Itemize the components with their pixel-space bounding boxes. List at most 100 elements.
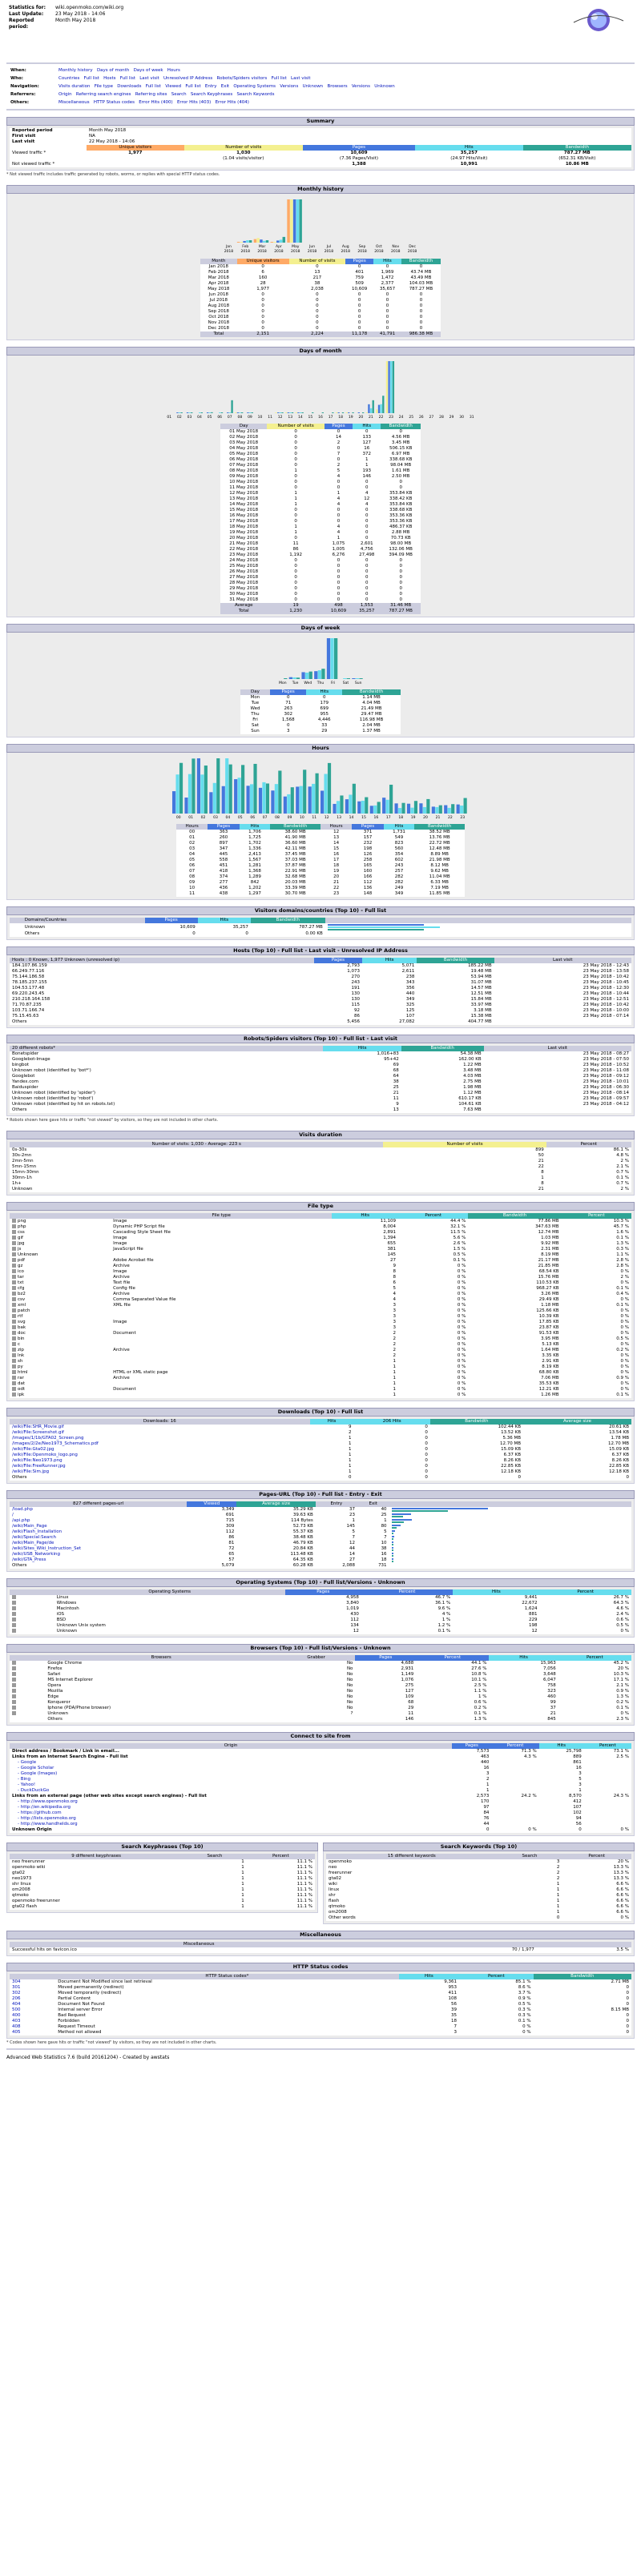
origin-link[interactable]: - DuckDuckGo <box>18 1788 49 1793</box>
status-code-link[interactable]: 301 <box>12 1985 21 1990</box>
origin-link[interactable]: - http://en.wikipedia.org <box>18 1805 71 1810</box>
nav-link[interactable]: Search <box>171 92 187 97</box>
awstats-logo-icon[interactable] <box>570 6 627 34</box>
download-link[interactable]: /images/2/2e/Neo1973_Schematics.pdf <box>12 1441 99 1446</box>
origin-link[interactable]: - http://lists.openmoko.org <box>18 1816 76 1821</box>
table-cell: Cascading Style Sheet file <box>113 1230 171 1235</box>
nav-link[interactable]: Unknown <box>374 84 395 89</box>
page-url-link[interactable]: /wiki/USB_Networking <box>12 1552 60 1557</box>
chart-tick-label: 11 <box>268 415 272 420</box>
column-header: Unique visitors <box>236 259 289 264</box>
download-link[interactable]: /wiki/File:Openmoko_logo.png <box>12 1453 78 1457</box>
table-row: 07 418 1,368 22.91 MB 19 160 257 9.62 MB <box>176 869 465 874</box>
download-link[interactable]: /wiki/File:Screenshot.gif <box>12 1430 64 1435</box>
status-code-link[interactable]: 408 <box>12 2024 21 2029</box>
nav-link[interactable]: Miscellaneous <box>58 100 90 105</box>
nav-link[interactable]: Search Keywords <box>237 92 275 97</box>
chart-tick-label: Dec <box>409 244 416 249</box>
download-link[interactable]: /wiki/File:Neo1973.png <box>12 1458 62 1463</box>
table-row: 403 Forbidden 18 0.1 % 0 <box>10 2019 631 2024</box>
origin-link[interactable]: - Google <box>18 1760 36 1765</box>
header-row: Statistics for: wiki.openmoko.com/wiki.or… <box>6 5 126 11</box>
chart-bar <box>422 806 426 814</box>
status-code-link[interactable]: 500 <box>12 2007 21 2012</box>
nav-link[interactable]: Days of month <box>97 68 129 73</box>
table-cell: 440 <box>480 1760 490 1765</box>
table-cell: 11.5 % <box>450 1230 466 1235</box>
nav-link[interactable]: Versions <box>352 84 370 89</box>
table-row: 08 May 2018 1 5 193 1.61 MB <box>220 468 421 474</box>
status-code-link[interactable]: 400 <box>12 2013 21 2018</box>
chart-tick-label: 28 <box>439 415 444 420</box>
download-link[interactable]: /wiki/File:SHR_Movie.gif <box>12 1425 64 1429</box>
nav-link[interactable]: Hosts <box>103 76 115 81</box>
nav-link[interactable]: Days of week <box>134 68 163 73</box>
nav-link[interactable]: Full list <box>272 76 287 81</box>
download-link[interactable]: /images/1/1b/GTA02_Screen.png <box>12 1436 84 1441</box>
nav-link[interactable]: Browsers <box>327 84 347 89</box>
nav-link[interactable]: Operating Systems <box>233 84 276 89</box>
nav-link[interactable]: Monthly history <box>58 68 93 73</box>
nav-link[interactable]: Downloads <box>117 84 141 89</box>
nav-link[interactable]: Full list <box>84 76 99 81</box>
nav-link[interactable]: Last visit <box>291 76 311 81</box>
nav-link[interactable]: Versions <box>280 84 298 89</box>
nav-link[interactable]: File type <box>95 84 113 89</box>
origin-link[interactable]: - Google Scholar <box>18 1766 54 1770</box>
file-type-icon <box>12 1297 16 1301</box>
page-url-link[interactable]: / <box>12 1513 14 1517</box>
download-link[interactable]: /wiki/File:Gta02.jpg <box>12 1447 54 1452</box>
page-url-link[interactable]: /load.php <box>12 1507 33 1512</box>
status-code-link[interactable]: 206 <box>12 1996 21 2001</box>
nav-link[interactable]: Unknown <box>303 84 324 89</box>
table-cell: 24.3 % <box>613 1794 629 1798</box>
origin-link[interactable]: - https://github.com <box>18 1810 62 1815</box>
table-cell: 1,297 <box>248 891 261 896</box>
nav-link[interactable]: Last visit <box>139 76 159 81</box>
nav-link[interactable]: Hours <box>167 68 180 73</box>
origin-link[interactable]: - http://www.handhelds.org <box>18 1822 78 1827</box>
download-link-cell: /wiki/File:Neo1973.png <box>10 1458 310 1464</box>
nav-link[interactable]: Error Hits (404) <box>216 100 249 105</box>
table-cell: Internal server Error <box>58 2007 103 2012</box>
nav-link[interactable]: Countries <box>58 76 79 81</box>
nav-link[interactable]: Viewed <box>165 84 181 89</box>
nav-link[interactable]: Search Keyphrases <box>191 92 232 97</box>
table-row: freerunner 2 13.3 % <box>326 1871 631 1876</box>
nav-link[interactable]: Referring search engines <box>76 92 131 97</box>
nav-link[interactable]: Full list <box>120 76 135 81</box>
page-url-link[interactable]: /wiki/Sites_Wiki_Instruction_Set <box>12 1546 81 1551</box>
origin-link[interactable]: - Bing <box>18 1777 30 1782</box>
nav-link[interactable]: Robots/Spiders visitors <box>217 76 268 81</box>
nav-link[interactable]: Error Hits (403) <box>177 100 211 105</box>
page-url-link[interactable]: /wiki/GTA_Press <box>12 1557 46 1562</box>
origin-link[interactable]: - Google (Images) <box>18 1771 57 1776</box>
nav-link[interactable]: HTTP Status codes <box>94 100 135 105</box>
nav-link[interactable]: Unresolved IP Address <box>163 76 212 81</box>
table-cell: 6.6 % <box>616 1904 629 1909</box>
nav-link[interactable]: Exit <box>221 84 229 89</box>
table-cell: 0.1 % <box>616 1392 629 1397</box>
status-code-link[interactable]: 405 <box>12 2030 21 2035</box>
nav-link[interactable]: Full list <box>185 84 200 89</box>
page-url-link[interactable]: /wiki/Flash_Installation <box>12 1529 62 1534</box>
page-url-link[interactable]: /wiki/Main_Page/de <box>12 1541 54 1545</box>
download-link[interactable]: /wiki/File:Sim.jpg <box>12 1469 49 1474</box>
page-url-link[interactable]: /api.php <box>12 1518 30 1523</box>
page-url-link[interactable]: /wiki/Main_Page <box>12 1524 47 1529</box>
status-code-link[interactable]: 404 <box>12 2002 21 2007</box>
status-code-link[interactable]: 302 <box>12 1991 21 1995</box>
nav-link[interactable]: Origin <box>58 92 72 97</box>
download-link[interactable]: /wiki/File:FreeRunner.jpg <box>12 1464 66 1469</box>
table-cell: 12.21 KB <box>538 1387 559 1392</box>
origin-link[interactable]: - http://www.openmoko.org <box>18 1799 78 1804</box>
page-url-link[interactable]: /wiki/Special:Search <box>12 1535 56 1540</box>
origin-link[interactable]: - Yahoo! <box>18 1782 35 1787</box>
nav-link[interactable]: Referring sites <box>135 92 167 97</box>
nav-link[interactable]: Full list <box>146 84 161 89</box>
status-code-link[interactable]: 304 <box>12 1979 21 1984</box>
status-code-link[interactable]: 403 <box>12 2019 21 2023</box>
nav-link[interactable]: Entry <box>205 84 217 89</box>
nav-link[interactable]: Error Hits (400) <box>139 100 172 105</box>
nav-link[interactable]: Visits duration <box>58 84 90 89</box>
